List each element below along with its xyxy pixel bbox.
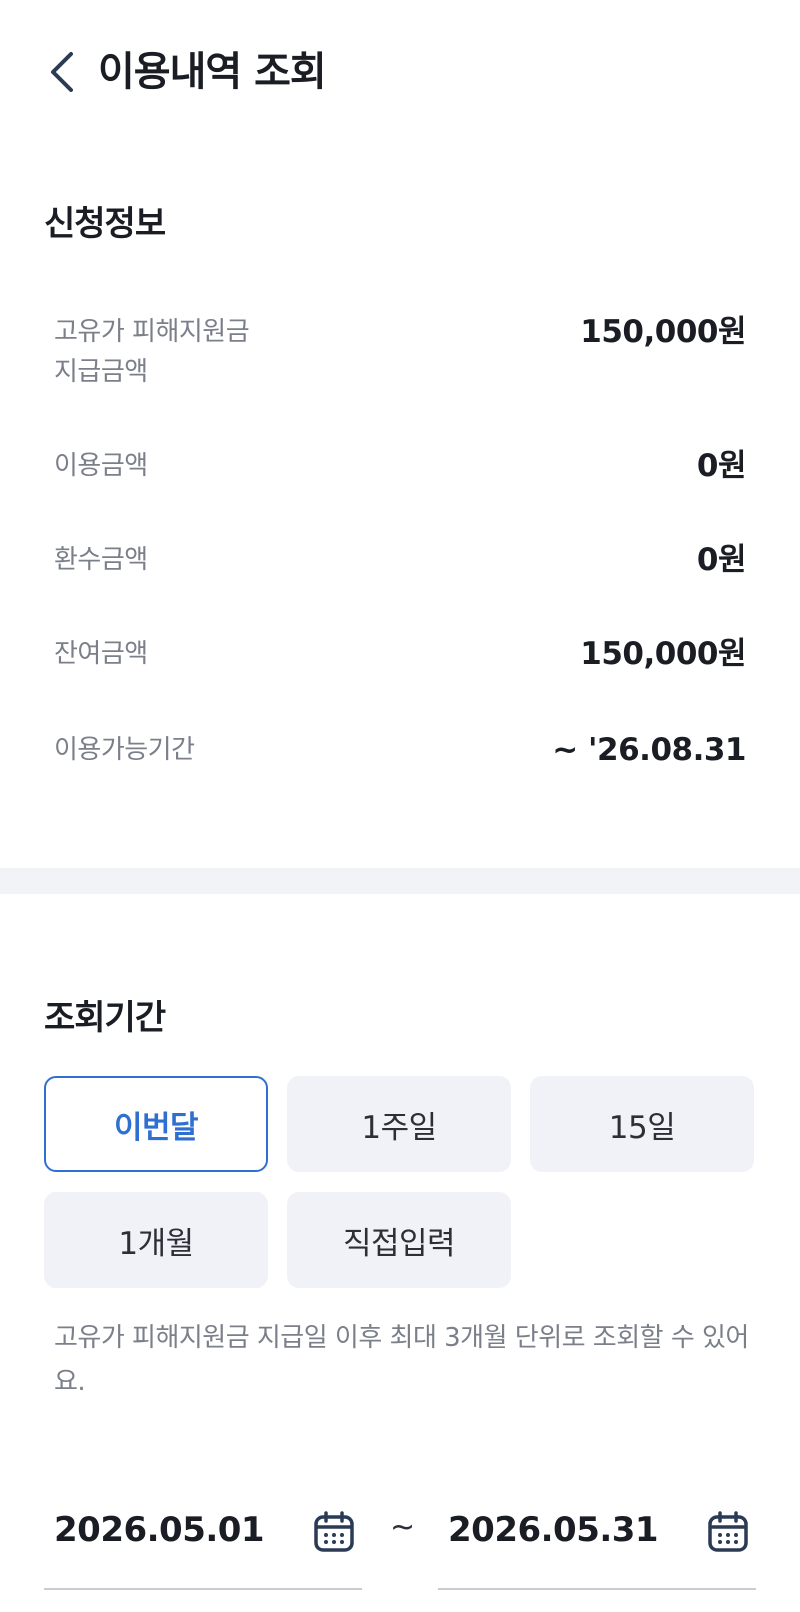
period-chip-custom[interactable]: 직접입력 bbox=[287, 1192, 511, 1288]
info-value: ~ '26.08.31 bbox=[552, 732, 746, 768]
end-date-field[interactable]: 2026.05.31 bbox=[438, 1490, 756, 1590]
info-label: 고유가 피해지원금 지급금액 bbox=[54, 317, 250, 387]
info-value: 0원 bbox=[696, 448, 747, 484]
info-label: 이용금액 bbox=[54, 451, 148, 481]
info-value: 150,000원 bbox=[580, 636, 746, 672]
page-title: 이용내역 조회 bbox=[98, 49, 327, 95]
info-row-remaining-amount: 잔여금액 150,000원 bbox=[44, 634, 756, 674]
period-chip-1-week[interactable]: 1주일 bbox=[287, 1076, 511, 1172]
chevron-left-icon bbox=[51, 52, 73, 92]
info-value: 150,000원 bbox=[580, 314, 746, 350]
info-label: 잔여금액 bbox=[54, 639, 148, 669]
info-row-refund-amount: 환수금액 0원 bbox=[44, 540, 756, 580]
section-divider bbox=[0, 868, 800, 894]
start-date-text: 2026.05.01 bbox=[54, 1510, 265, 1550]
info-row-payment-amount: 고유가 피해지원금 지급금액 150,000원 bbox=[44, 312, 756, 392]
calendar-icon[interactable] bbox=[312, 1510, 356, 1554]
info-label: 환수금액 bbox=[54, 545, 148, 575]
info-row-used-amount: 이용금액 0원 bbox=[44, 446, 756, 486]
info-value: 0원 bbox=[696, 542, 747, 578]
start-date-field[interactable]: 2026.05.01 bbox=[44, 1490, 362, 1590]
info-row-available-period: 이용가능기간 ~ '26.08.31 bbox=[44, 730, 756, 770]
calendar-icon[interactable] bbox=[706, 1510, 750, 1554]
application-info-title: 신청정보 bbox=[44, 204, 166, 244]
period-chip-this-month[interactable]: 이번달 bbox=[44, 1076, 268, 1172]
period-notice: 고유가 피해지원금 지급일 이후 최대 3개월 단위로 조회할 수 있어요. bbox=[54, 1323, 749, 1397]
period-chip-1-month[interactable]: 1개월 bbox=[44, 1192, 268, 1288]
info-label: 이용가능기간 bbox=[54, 735, 195, 765]
app-header: 이용내역 조회 bbox=[0, 0, 800, 150]
period-title: 조회기간 bbox=[44, 998, 166, 1038]
back-button[interactable] bbox=[36, 46, 88, 98]
period-chip-15-days[interactable]: 15일 bbox=[530, 1076, 754, 1172]
end-date-text: 2026.05.31 bbox=[448, 1510, 659, 1550]
date-range-separator: ~ bbox=[390, 1510, 416, 1545]
